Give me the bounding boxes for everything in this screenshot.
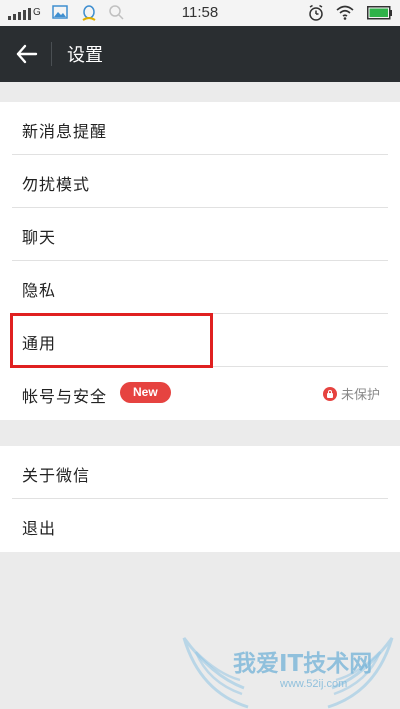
wifi-icon: [336, 5, 354, 20]
watermark-brand: 我爱IT技术网: [233, 651, 373, 677]
settings-item-label: 聊天: [22, 228, 57, 247]
settings-item-label: 关于微信: [22, 466, 91, 485]
back-button[interactable]: [10, 36, 46, 72]
back-arrow-icon: [16, 44, 38, 64]
settings-item-new-message-alerts[interactable]: 新消息提醒: [12, 102, 388, 155]
settings-item-label: 勿扰模式: [22, 175, 91, 194]
settings-item-chat[interactable]: 聊天: [12, 208, 388, 261]
settings-item-label: 通用: [22, 334, 57, 353]
protection-status: 未保护: [322, 384, 380, 403]
watermark: 我爱IT技术网 www.52ij.com: [178, 630, 400, 709]
settings-group-secondary: 关于微信 退出: [0, 446, 400, 552]
battery-icon: [367, 6, 392, 20]
settings-item-label: 帐号与安全: [22, 387, 108, 406]
lock-icon: [322, 387, 337, 401]
protection-status-text: 未保护: [340, 388, 380, 403]
settings-item-account-security[interactable]: 帐号与安全 New 未保护: [12, 367, 388, 420]
settings-group-main: 新消息提醒 勿扰模式 聊天 隐私 通用 帐号与安全 New 未保护: [0, 102, 400, 420]
nav-divider: [51, 42, 52, 66]
settings-item-label: 退出: [22, 519, 57, 538]
settings-item-label: 新消息提醒: [22, 122, 108, 141]
settings-item-general[interactable]: 通用: [12, 314, 388, 367]
settings-item-about-wechat[interactable]: 关于微信: [12, 446, 388, 499]
new-badge: New: [120, 382, 171, 403]
settings-item-logout[interactable]: 退出: [12, 499, 388, 552]
settings-item-label: 隐私: [22, 281, 57, 300]
page-title: 设置: [67, 45, 103, 66]
alarm-icon: [309, 4, 323, 21]
status-bar: G 11:58: [0, 0, 400, 26]
watermark-url: www.52ij.com: [280, 678, 348, 690]
settings-item-privacy[interactable]: 隐私: [12, 261, 388, 314]
navigation-bar: 设置: [0, 26, 400, 82]
settings-item-do-not-disturb[interactable]: 勿扰模式: [12, 155, 388, 208]
